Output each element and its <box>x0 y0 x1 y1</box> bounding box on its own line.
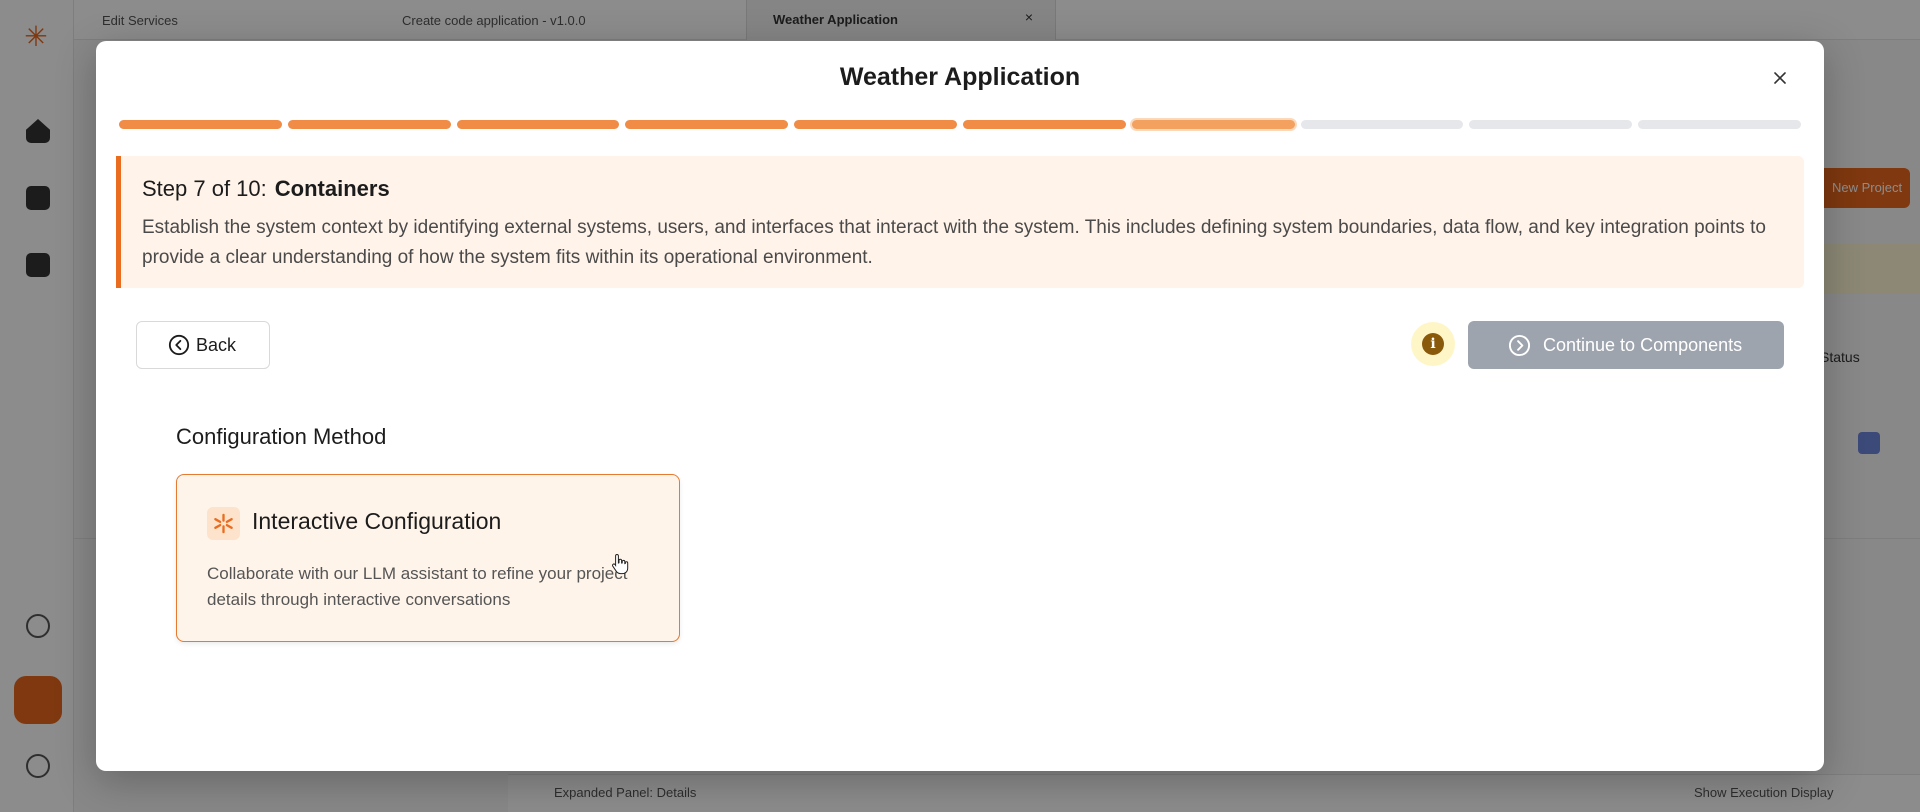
progress-segment-9 <box>1469 120 1633 129</box>
progress-segment-4 <box>625 120 789 129</box>
configuration-method-heading: Configuration Method <box>176 424 387 449</box>
progress-segment-10 <box>1638 120 1801 129</box>
chevron-left-circle-icon <box>168 334 190 356</box>
step-name: Containers <box>274 176 390 201</box>
progress-segment-8 <box>1300 120 1464 129</box>
close-icon <box>1774 72 1786 84</box>
info-icon: i <box>1422 333 1444 355</box>
chevron-right-circle-icon <box>1508 334 1531 356</box>
progress-segment-1 <box>119 120 282 129</box>
back-button[interactable]: Back <box>136 321 270 369</box>
progress-segment-6 <box>962 120 1126 129</box>
step-heading: Step 7 of 10: Containers <box>142 176 390 202</box>
step-description: Establish the system context by identify… <box>142 217 1766 268</box>
wizard-modal: Weather Application Step 7 of 10: Contain… <box>96 41 1824 771</box>
progress-segment-7 <box>1131 120 1295 129</box>
card-description: Collaborate with our LLM assistant to re… <box>207 564 628 609</box>
sparkle-asterisk-icon <box>207 507 240 540</box>
progress-segment-2 <box>287 120 451 129</box>
back-label: Back <box>196 334 237 355</box>
modal-title: Weather Application <box>839 63 1081 91</box>
card-title: Interactive Configuration <box>252 508 502 534</box>
progress-segment-3 <box>456 120 620 129</box>
continue-label: Continue to Components <box>1543 334 1743 355</box>
interactive-configuration-card[interactable]: Interactive Configuration Collaborate wi… <box>176 474 680 642</box>
pointer-cursor-icon <box>612 553 629 575</box>
continue-button[interactable]: Continue to Components <box>1468 321 1784 369</box>
step-progress-bar <box>119 120 1801 129</box>
step-counter: Step 7 of 10: <box>142 176 267 201</box>
info-button[interactable]: i <box>1411 322 1455 366</box>
progress-segment-5 <box>794 120 957 129</box>
step-info-panel: Step 7 of 10: Containers Establish the sy… <box>116 156 1804 288</box>
close-button[interactable] <box>1760 58 1800 98</box>
